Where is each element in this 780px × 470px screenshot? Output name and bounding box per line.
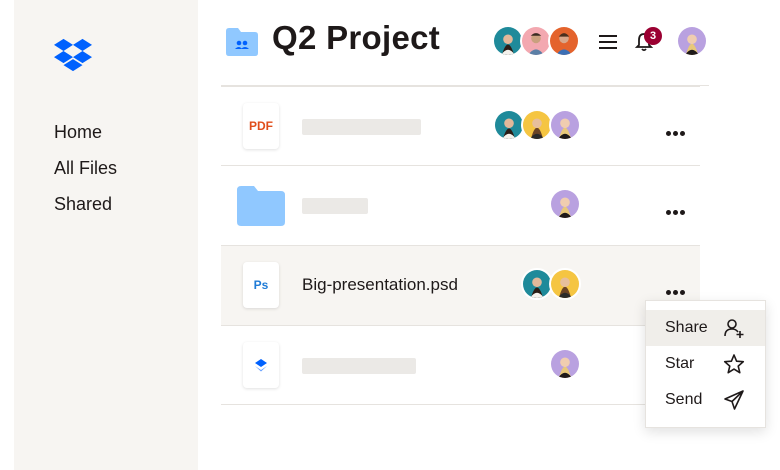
- table-row[interactable]: PDF: [221, 86, 700, 166]
- avatar[interactable]: [549, 268, 581, 300]
- menu-item-share[interactable]: Share: [646, 310, 765, 346]
- table-row[interactable]: [221, 325, 700, 405]
- file-name-placeholder: [302, 119, 421, 135]
- page-title: Q2 Project: [272, 19, 441, 56]
- avatar[interactable]: [549, 348, 581, 380]
- sidebar-nav: Home All Files Shared: [54, 114, 117, 222]
- table-row[interactable]: [221, 165, 700, 245]
- table-row[interactable]: Ps Big-presentation.psd: [221, 245, 700, 325]
- more-options-icon[interactable]: [666, 123, 688, 136]
- notification-badge: 3: [644, 27, 662, 45]
- pdf-file-icon: PDF: [243, 103, 279, 149]
- more-options-icon[interactable]: [666, 202, 688, 215]
- avatar[interactable]: [549, 188, 581, 220]
- dropbox-logo[interactable]: [54, 38, 92, 72]
- sidebar: Home All Files Shared: [14, 0, 198, 470]
- add-user-icon: [724, 319, 744, 338]
- folder-icon: [237, 186, 285, 226]
- file-name[interactable]: Big-presentation.psd: [302, 275, 458, 295]
- file-name-placeholder: [302, 358, 416, 374]
- send-icon: [724, 390, 744, 410]
- menu-item-send[interactable]: Send: [646, 382, 765, 418]
- photoshop-file-icon: Ps: [243, 262, 279, 308]
- more-options-icon[interactable]: [666, 282, 688, 295]
- shared-folder-icon: [226, 28, 258, 56]
- avatar[interactable]: [549, 109, 581, 141]
- sidebar-item-shared[interactable]: Shared: [54, 186, 117, 222]
- sidebar-item-all-files[interactable]: All Files: [54, 150, 117, 186]
- context-menu: Share Star Send: [645, 300, 766, 428]
- hamburger-icon[interactable]: [599, 34, 617, 50]
- star-icon: [723, 354, 745, 374]
- user-avatar[interactable]: [676, 25, 708, 57]
- divider: [221, 404, 700, 405]
- menu-item-star[interactable]: Star: [646, 346, 765, 382]
- sidebar-item-home[interactable]: Home: [54, 114, 117, 150]
- file-name-placeholder: [302, 198, 368, 214]
- dropbox-file-icon: [243, 342, 279, 388]
- avatar[interactable]: [548, 25, 580, 57]
